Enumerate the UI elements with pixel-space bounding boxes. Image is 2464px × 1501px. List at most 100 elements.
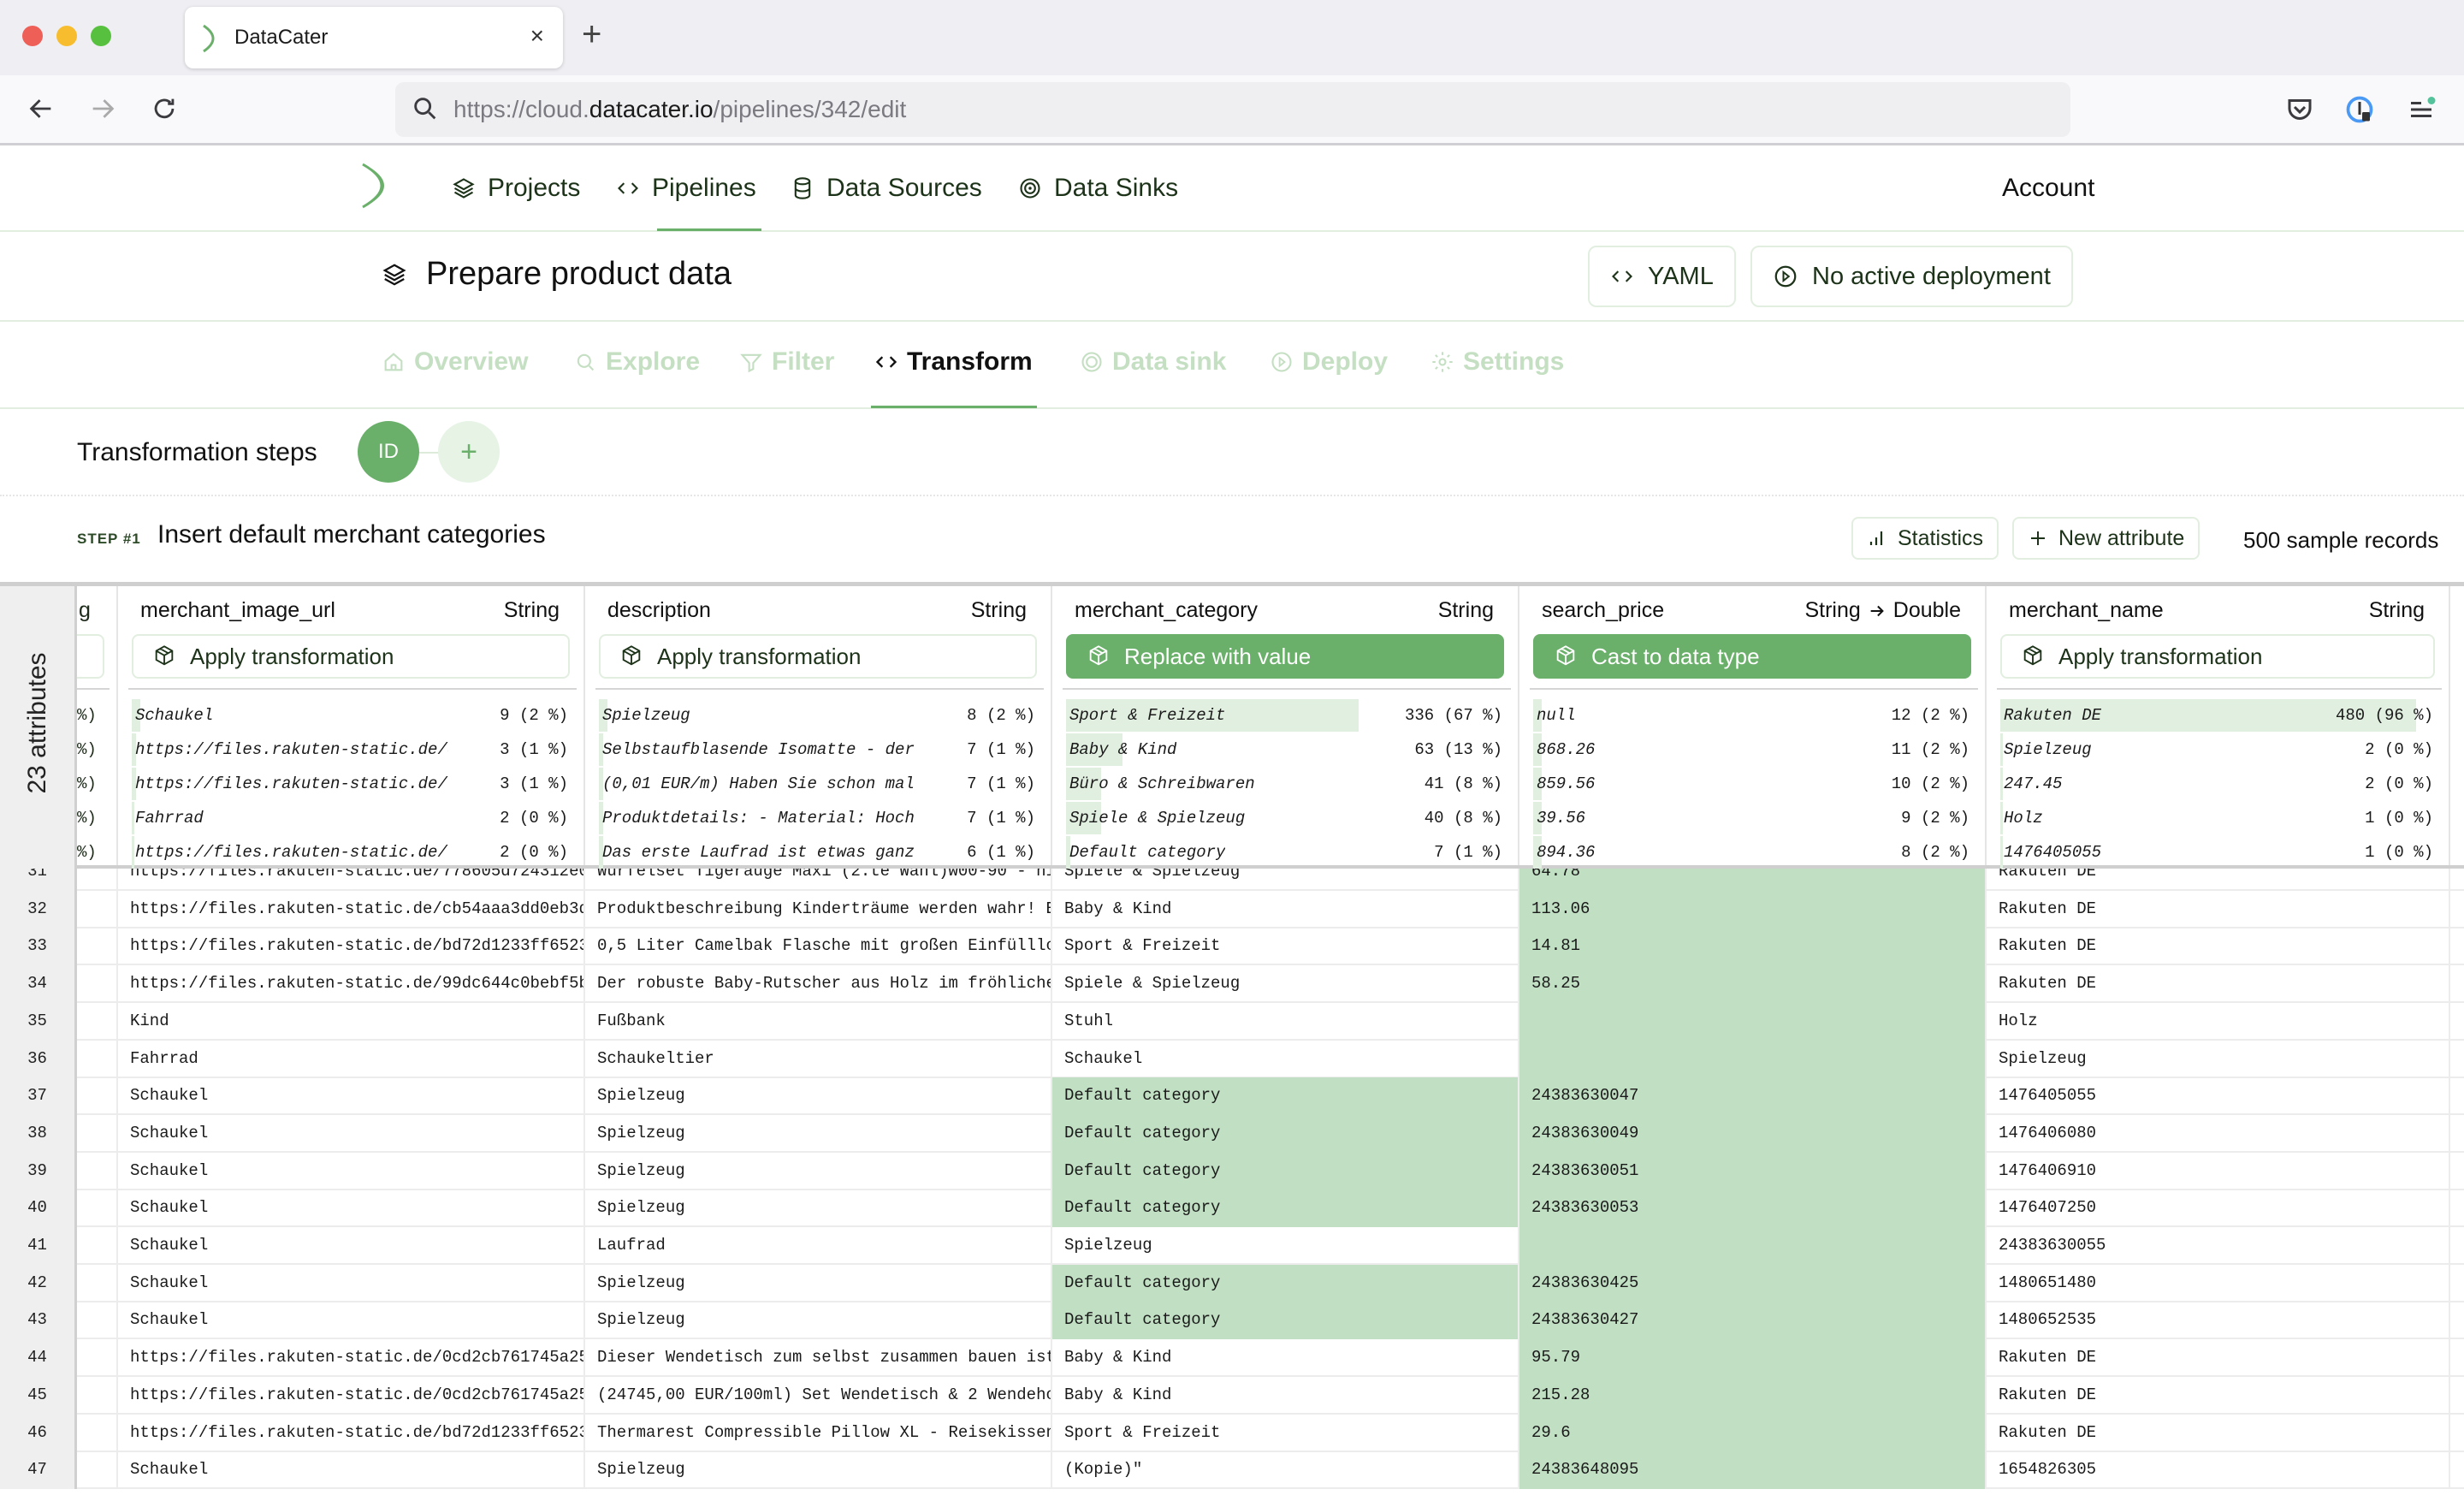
table-cell[interactable]: Default category [1052,1077,1519,1116]
table-cell[interactable]: Schaukel [118,1451,585,1490]
table-cell[interactable]: Fußbank [585,1002,1052,1041]
forward-button[interactable] [86,94,120,131]
table-cell[interactable]: 24383630053 [1519,1190,1987,1228]
table-cell[interactable]: Spielzeug [585,1264,1052,1302]
attribute-count-sidebar[interactable]: 23 attributes [0,586,77,869]
table-cell[interactable]: Schaukel [118,1227,585,1265]
table-cell[interactable]: Schaukel [1052,1040,1519,1078]
table-cell[interactable]: Schaukel [118,1302,585,1340]
value-stat[interactable]: null 12 (2 %) [1533,699,1969,732]
reload-button[interactable] [147,94,181,131]
table-cell[interactable]: Schaukel [118,1264,585,1302]
table-cell[interactable]: Spielzeug [585,1077,1052,1116]
table-cell[interactable]: 1476407250 [1987,1190,2450,1228]
table-cell[interactable]: Spielzeug [1052,1227,1519,1265]
table-cell[interactable]: 1476406910 [1987,1152,2450,1190]
column-name[interactable]: merchant_name [2009,598,2164,623]
table-cell[interactable]: Spielzeug [585,1190,1052,1228]
new-tab-button[interactable]: + [582,15,601,54]
table-cell[interactable]: Spielzeug [585,1114,1052,1153]
table-cell[interactable]: Rakuten DE [1987,890,2450,928]
tab-deploy[interactable]: Deploy [1270,347,1388,377]
table-cell[interactable]: Default category [1052,1190,1519,1228]
table-cell[interactable]: 24383630055 [1987,1227,2450,1265]
value-stat[interactable]: 894.36 8 (2 %) [1533,836,1969,869]
table-cell[interactable]: 24383630425 [1519,1264,1987,1302]
table-cell[interactable]: Spielzeug [585,1451,1052,1490]
table-cell[interactable]: Spielzeug [1987,1040,2450,1078]
table-cell[interactable]: Rakuten DE [1987,1414,2450,1452]
value-stat[interactable]: Das erste Laufrad ist etwas ganz Beso 6 (… [599,836,1035,869]
new-attribute-button[interactable]: New attribute [2012,517,2200,560]
add-step-button[interactable]: + [438,421,500,483]
table-cell[interactable]: 95.79 [1519,1339,1987,1378]
close-tab-icon[interactable]: × [530,22,544,50]
table-cell[interactable]: Schaukel [118,1152,585,1190]
statistics-button[interactable]: Statistics [1851,517,1999,560]
table-cell[interactable]: 1480651480 [1987,1264,2450,1302]
table-cell[interactable]: 24383648095 [1519,1451,1987,1490]
datacater-logo-icon[interactable] [359,162,399,210]
table-cell[interactable]: Spiele & Spielzeug [1052,965,1519,1004]
table-cell[interactable] [1519,1040,1987,1078]
table-cell[interactable]: Rakuten DE [1987,1339,2450,1378]
browser-tab[interactable]: DataCater × [185,7,563,68]
table-cell[interactable]: Default category [1052,1302,1519,1340]
value-stat[interactable]: https://files.rakuten-static.de/daac5 3 (… [132,733,568,766]
column-name[interactable]: merchant_image_url [140,598,335,623]
nav-projects[interactable]: Projects [452,174,580,203]
table-cell[interactable]: Stuhl [1052,1002,1519,1041]
table-cell[interactable]: 0,5 Liter Camelbak Flasche mit großen Ei… [585,928,1052,966]
table-cell[interactable]: https://files.rakuten-static.de/bd72d123… [118,1414,585,1452]
password-manager-icon[interactable] [2344,94,2375,125]
table-cell[interactable]: 14.81 [1519,928,1987,966]
table-cell[interactable]: Sport & Freizeit [1052,928,1519,966]
value-stat[interactable]: Spiele & Spielzeug 40 (8 %) [1066,802,1502,834]
table-cell[interactable]: https://files.rakuten-static.de/0cd2cb76… [118,1376,585,1415]
tab-overview[interactable]: Overview [382,347,528,377]
table-cell[interactable]: 58.25 [1519,965,1987,1004]
table-cell[interactable]: Default category [1052,1114,1519,1153]
yaml-button[interactable]: YAML [1588,246,1736,307]
table-cell[interactable]: Der robuste Baby-Rutscher aus Holz im fr… [585,965,1052,1004]
transform-button-partial[interactable] [77,634,104,679]
nav-data-sources[interactable]: Data Sources [791,174,982,203]
step-title[interactable]: Insert default merchant categories [157,520,546,549]
value-stat[interactable]: Default category 7 (1 %) [1066,836,1502,869]
deployment-button[interactable]: No active deployment [1750,246,2073,307]
column-name[interactable]: merchant_category [1075,598,1258,623]
table-cell[interactable]: Default category [1052,1152,1519,1190]
value-stat[interactable]: Produktdetails: - Material: Hochelast 7 (… [599,802,1035,834]
table-cell[interactable]: https://files.rakuten-static.de/cb54aaa3… [118,890,585,928]
value-stat[interactable]: Spielzeug 2 (0 %) [2000,733,2433,766]
window-minimize-button[interactable] [56,26,77,46]
tab-explore[interactable]: Explore [573,347,700,377]
column-name[interactable]: description [607,598,711,623]
nav-data-sinks[interactable]: Data Sinks [1018,174,1178,203]
table-cell[interactable]: 113.06 [1519,890,1987,928]
table-cell[interactable]: https://files.rakuten-static.de/0cd2cb76… [118,1339,585,1378]
value-stat[interactable]: (0,01 EUR/m) Haben Sie schon mal ein 7 (1… [599,768,1035,800]
table-cell[interactable]: 1476406080 [1987,1114,2450,1153]
transform-button[interactable]: Cast to data type [1533,634,1971,679]
table-cell[interactable]: Rakuten DE [1987,1376,2450,1415]
table-cell[interactable]: Rakuten DE [1987,965,2450,1004]
value-stat[interactable]: 1476405055 1 (0 %) [2000,836,2433,869]
transform-button[interactable]: Replace with value [1066,634,1504,679]
table-cell[interactable]: 1654826305 [1987,1451,2450,1490]
value-stat[interactable]: Büro & Schreibwaren 41 (8 %) [1066,768,1502,800]
step-id-button[interactable]: ID [358,421,419,483]
column-name[interactable]: search_price [1542,598,1664,623]
table-cell[interactable]: Kind [118,1002,585,1041]
table-cell[interactable]: Baby & Kind [1052,890,1519,928]
table-cell[interactable]: Sport & Freizeit [1052,1414,1519,1452]
table-cell[interactable]: Rakuten DE [1987,928,2450,966]
value-stat[interactable]: 868.26 11 (2 %) [1533,733,1969,766]
table-cell[interactable]: Fahrrad [118,1040,585,1078]
table-cell[interactable]: (Kopie)" [1052,1451,1519,1490]
table-cell[interactable]: 29.6 [1519,1414,1987,1452]
table-cell[interactable]: 24383630049 [1519,1114,1987,1153]
value-stat[interactable]: Schaukel 9 (2 %) [132,699,568,732]
table-cell[interactable]: (24745,00 EUR/100ml) Set Wendetisch & 2 … [585,1376,1052,1415]
back-button[interactable] [24,94,58,131]
